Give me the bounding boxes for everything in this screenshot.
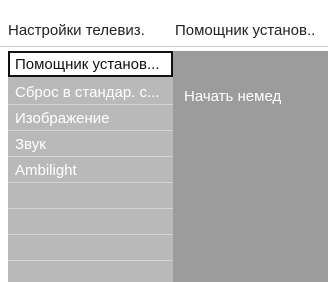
header-divider (0, 46, 328, 47)
submenu-header-title: Помощник установ.. (175, 22, 316, 39)
menu-item-picture[interactable]: Изображение (8, 105, 173, 131)
menu-item-label: Ambilight (15, 162, 77, 179)
menu-item-factory-reset[interactable]: Сброс в стандар. с... (8, 79, 173, 105)
menu-list: Помощник установ... Сброс в стандар. с..… (8, 51, 173, 282)
submenu-panel: Начать немед (173, 51, 328, 282)
menu-item-empty (8, 235, 173, 261)
menu-item-empty (8, 183, 173, 209)
menu-item-empty (8, 209, 173, 235)
menu-item-label: Изображение (15, 110, 110, 127)
submenu-start-now[interactable]: Начать немед (184, 88, 281, 105)
menu-item-label: Помощник установ... (15, 56, 160, 73)
menu-item-ambilight[interactable]: Ambilight (8, 157, 173, 183)
menu-item-label: Звук (15, 136, 46, 153)
menu-item-sound[interactable]: Звук (8, 131, 173, 157)
menu-item-label: Сброс в стандар. с... (15, 84, 160, 101)
menu-header: Настройки телевиз. Помощник установ.. (0, 0, 328, 50)
menu-header-title: Настройки телевиз. (8, 22, 145, 39)
menu-item-setup-assistant[interactable]: Помощник установ... (8, 51, 173, 77)
tv-settings-menu: Настройки телевиз. Помощник установ.. По… (0, 0, 328, 282)
